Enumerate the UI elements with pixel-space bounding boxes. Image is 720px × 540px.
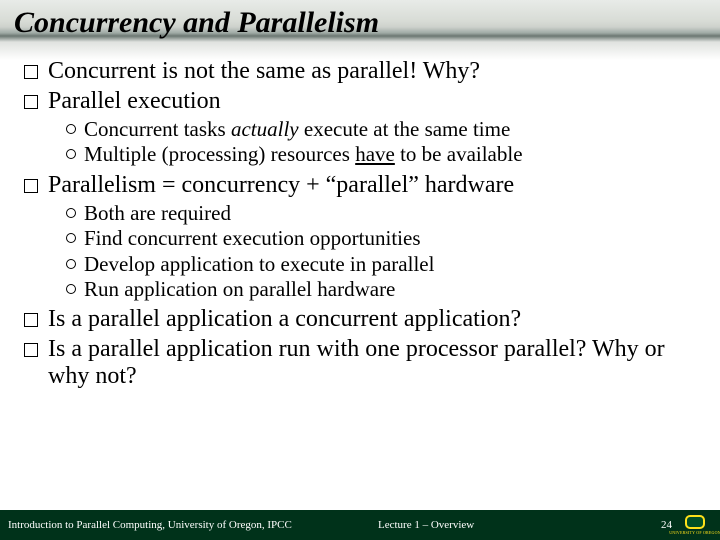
bullet-item: Is a parallel application run with one p…	[24, 336, 700, 391]
square-bullet-icon	[24, 95, 38, 109]
bullet-item: Parallel execution	[24, 88, 700, 116]
circle-bullet-icon	[66, 208, 76, 218]
slide-content: Concurrent is not the same as parallel! …	[24, 56, 700, 391]
sub-list: Concurrent tasks actually execute at the…	[66, 117, 700, 167]
sub-item: Concurrent tasks actually execute at the…	[66, 117, 700, 142]
sub-item: Multiple (processing) resources have to …	[66, 142, 700, 167]
square-bullet-icon	[24, 179, 38, 193]
footer-bar: Introduction to Parallel Computing, Univ…	[0, 510, 720, 540]
logo-caption: UNIVERSITY OF OREGON	[669, 530, 720, 535]
circle-bullet-icon	[66, 284, 76, 294]
sub-text: Concurrent tasks actually execute at the…	[84, 117, 510, 142]
sub-item: Develop application to execute in parall…	[66, 252, 700, 277]
footer-center-text: Lecture 1 – Overview	[378, 519, 474, 531]
square-bullet-icon	[24, 65, 38, 79]
sub-item: Both are required	[66, 201, 700, 226]
bullet-item: Is a parallel application a concurrent a…	[24, 306, 700, 334]
circle-bullet-icon	[66, 149, 76, 159]
bullet-text: Is a parallel application a concurrent a…	[48, 306, 521, 334]
footer-left-text: Introduction to Parallel Computing, Univ…	[8, 519, 292, 531]
square-bullet-icon	[24, 313, 38, 327]
circle-bullet-icon	[66, 124, 76, 134]
sub-text: Both are required	[84, 201, 231, 226]
oregon-o-icon	[685, 515, 705, 529]
sub-text: Multiple (processing) resources have to …	[84, 142, 523, 167]
sub-text: Run application on parallel hardware	[84, 277, 395, 302]
bullet-text: Is a parallel application run with one p…	[48, 336, 700, 391]
bullet-text: Concurrent is not the same as parallel! …	[48, 58, 480, 86]
bullet-item: Parallelism = concurrency + “parallel” h…	[24, 172, 700, 200]
square-bullet-icon	[24, 343, 38, 357]
bullet-text: Parallelism = concurrency + “parallel” h…	[48, 172, 514, 200]
sub-item: Run application on parallel hardware	[66, 277, 700, 302]
sub-text: Find concurrent execution opportunities	[84, 226, 421, 251]
circle-bullet-icon	[66, 233, 76, 243]
sub-text: Develop application to execute in parall…	[84, 252, 434, 277]
university-logo: UNIVERSITY OF OREGON	[676, 512, 714, 538]
slide-title: Concurrency and Parallelism	[14, 6, 379, 40]
sub-item: Find concurrent execution opportunities	[66, 226, 700, 251]
bullet-item: Concurrent is not the same as parallel! …	[24, 58, 700, 86]
bullet-text: Parallel execution	[48, 88, 221, 116]
sub-list: Both are required Find concurrent execut…	[66, 201, 700, 302]
circle-bullet-icon	[66, 259, 76, 269]
